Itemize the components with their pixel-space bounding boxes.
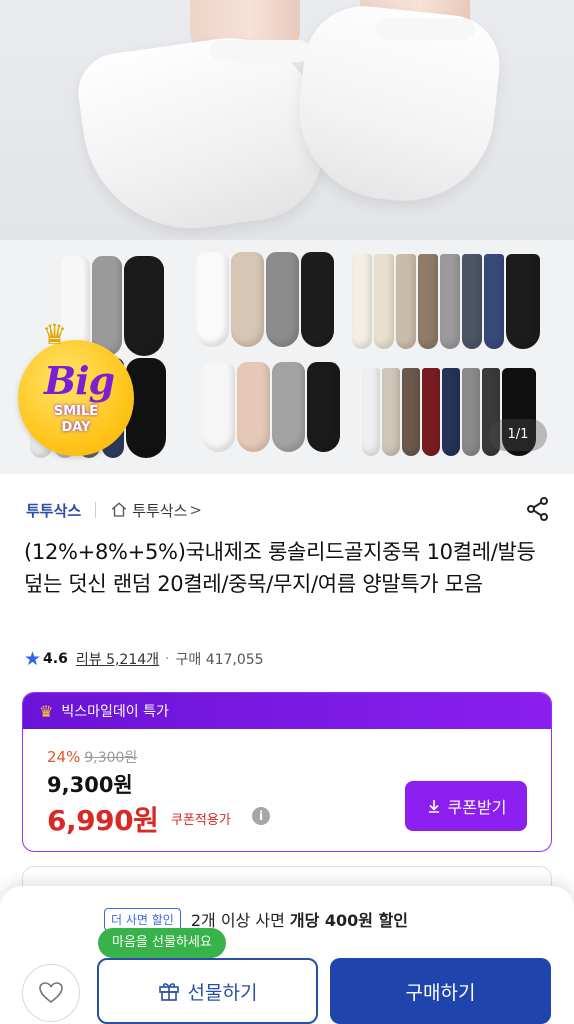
image-page-indicator: 1/1 xyxy=(489,419,547,451)
multi-buy-text: 2개 이상 사면 개당 400원 할인 xyxy=(190,911,409,930)
coupon-price: 6,990원 xyxy=(47,804,159,837)
get-coupon-button[interactable]: 쿠폰받기 xyxy=(405,781,527,831)
sock-group-noshow xyxy=(196,252,334,347)
gift-button-label: 선물하기 xyxy=(187,981,258,1004)
get-coupon-label: 쿠폰받기 xyxy=(447,798,507,817)
big-smile-day-badge: ♛ Big SMILE DAY xyxy=(18,318,134,456)
discount-line: 24% 9,300원 xyxy=(47,747,137,767)
product-image[interactable]: ♛ Big SMILE DAY 1/1 xyxy=(0,0,574,474)
bottom-action-sheet: 더 사면 할인 2개 이상 사면 개당 400원 할인 마음을 선물하세요 선물… xyxy=(0,886,574,1024)
buy-button[interactable]: 구매하기 xyxy=(330,958,551,1024)
gift-button[interactable]: 선물하기 xyxy=(97,958,318,1024)
store-link[interactable]: 투투삭스 xyxy=(132,500,187,521)
divider xyxy=(95,502,97,518)
rating-value: 4.6 xyxy=(43,651,68,667)
sock-group-noshow-2 xyxy=(202,362,340,452)
gift-tooltip: 마음을 선물하세요 xyxy=(98,928,226,965)
badge-big-text: Big xyxy=(44,358,115,403)
download-icon xyxy=(428,800,439,813)
crown-icon: ♛ xyxy=(39,701,54,721)
original-price: 9,300원 xyxy=(84,750,138,766)
info-icon[interactable]: i xyxy=(252,807,270,825)
sock-group-crew xyxy=(352,254,540,349)
star-icon: ★ xyxy=(24,648,42,670)
price-card: ♛ 빅스마일데이 특가 24% 9,300원 9,300원 6,990원 쿠폰적… xyxy=(22,692,552,852)
rating-row: ★ 4.6 리뷰 5,214개 · 구매 417,055 xyxy=(24,648,264,670)
promo-bar: ♛ 빅스마일데이 특가 xyxy=(23,693,551,729)
share-icon[interactable] xyxy=(525,496,551,522)
separator-dot: · xyxy=(165,651,170,667)
promo-label: 빅스마일데이 특가 xyxy=(61,704,169,720)
crown-icon: ♛ xyxy=(42,318,68,351)
discount-percent: 24% xyxy=(47,748,81,766)
gift-icon xyxy=(158,983,179,1001)
wishlist-button[interactable] xyxy=(22,964,80,1022)
reviews-link[interactable]: 리뷰 5,214개 xyxy=(76,649,159,669)
chevron-right-icon: > xyxy=(189,501,202,519)
coupon-applied-label: 쿠폰적용가 xyxy=(171,813,231,828)
store-row: 투투삭스 투투삭스 > xyxy=(26,498,202,522)
sale-price: 9,300원 xyxy=(47,773,133,797)
badge-sub-text: SMILE DAY xyxy=(53,404,99,435)
sock-cuff-right xyxy=(375,18,475,40)
home-icon xyxy=(112,502,127,517)
purchase-count: 구매 417,055 xyxy=(175,652,264,668)
brand-link[interactable]: 투투삭스 xyxy=(26,500,81,521)
sock-cuff-left xyxy=(210,40,310,62)
hero-photo-top xyxy=(0,0,574,245)
heart-icon xyxy=(39,982,63,1004)
product-title: (12%+8%+5%)국내제조 롱솔리드골지중목 10켤레/발등덮는 덧신 랜덤… xyxy=(24,540,536,596)
